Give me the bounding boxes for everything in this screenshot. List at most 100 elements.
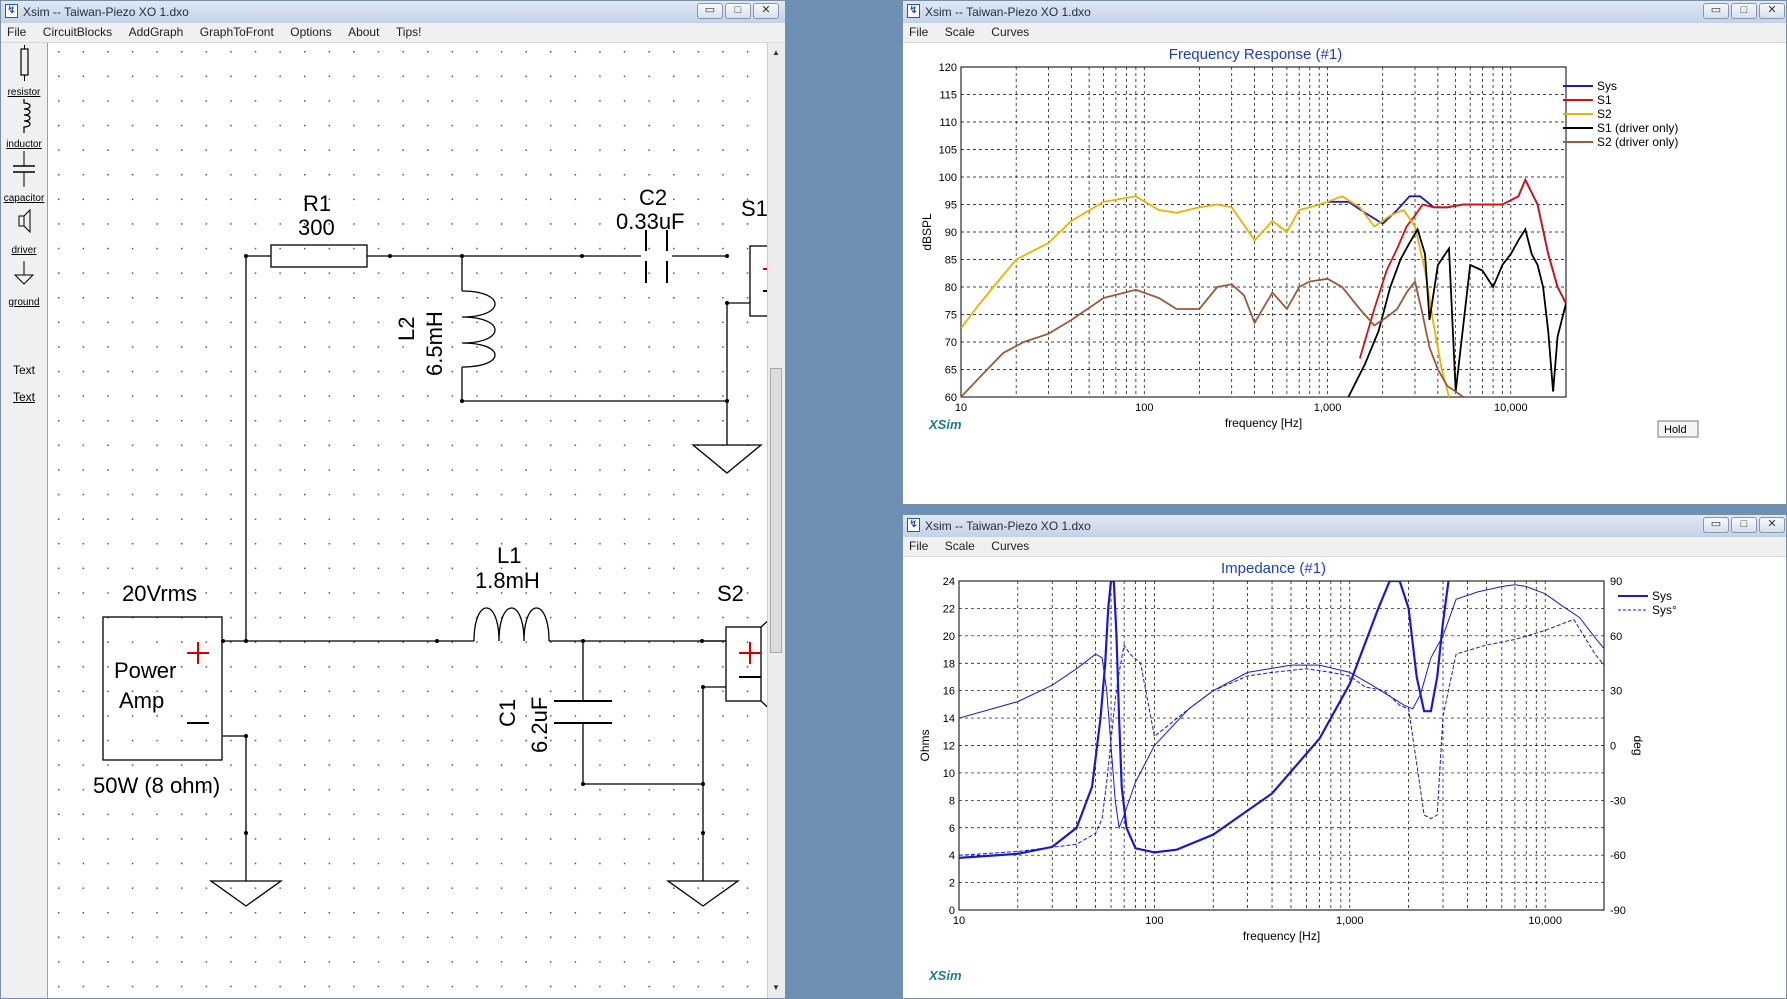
y-tick-label: 10 — [943, 768, 955, 780]
scroll-up-icon[interactable]: ▲ — [770, 47, 782, 59]
menu-scale[interactable]: Scale — [939, 23, 981, 40]
y-tick-label: 22 — [943, 603, 955, 615]
freq-plot-area: Frequency Response (#1) 60 65 70 75 80 85 90 95 1… — [903, 43, 1786, 504]
menu-curves[interactable]: Curves — [985, 23, 1035, 40]
y-tick-label: 95 — [945, 200, 957, 212]
capacitor-icon — [13, 151, 35, 187]
menu-file[interactable]: File — [903, 537, 934, 554]
menu-file[interactable]: File — [1, 23, 32, 40]
palette-text-link[interactable]: Text — [1, 389, 47, 404]
app-icon: ↯ — [907, 4, 920, 18]
amp-label-line1: Power — [114, 658, 176, 683]
y-tick-label: 70 — [945, 337, 957, 349]
palette-driver[interactable]: driver — [1, 205, 47, 256]
maximize-icon[interactable]: □ — [725, 3, 751, 19]
impedance-window: ↯ Xsim -- Taiwan-Piezo XO 1.dxo ▭ □ ✕ Fi… — [902, 514, 1787, 999]
menu-about[interactable]: About — [342, 23, 385, 40]
legend-label: Sys — [1597, 79, 1617, 93]
y2-axis-label: deg — [1631, 735, 1645, 755]
menu-options[interactable]: Options — [284, 23, 337, 40]
y2-tick-label: -60 — [1610, 850, 1626, 862]
y-tick-label: 8 — [949, 795, 955, 807]
palette-inductor[interactable]: inductor — [1, 99, 47, 150]
y-tick-label: 110 — [939, 117, 957, 129]
menu-graphtofront[interactable]: GraphToFront — [194, 23, 280, 40]
scroll-down-icon[interactable]: ▼ — [770, 982, 782, 994]
y-axis-label: Ohms — [918, 729, 932, 761]
schematic-titlebar[interactable]: ↯ Xsim -- Taiwan-Piezo XO 1.dxo ▭ □ ✕ — [1, 1, 785, 24]
schematic-canvas[interactable]: R1 300 C2 0.33uF S1 L2 6.5mH L1 1.8mH S2… — [48, 43, 770, 999]
x-tick-label: 1,000 — [1314, 402, 1342, 414]
x-axis-label: frequency [Hz] — [1225, 416, 1302, 430]
inductor-icon — [23, 99, 31, 133]
y-tick-label: 85 — [945, 255, 957, 267]
palette-driver-label: driver — [11, 245, 37, 256]
y2-tick-label: 30 — [1610, 686, 1622, 698]
menu-addgraph[interactable]: AddGraph — [123, 23, 190, 40]
palette-resistor[interactable]: resistor — [1, 45, 47, 98]
close-icon[interactable]: ✕ — [1759, 3, 1785, 19]
minimize-icon[interactable]: ▭ — [1703, 517, 1729, 533]
x-tick-label: 100 — [1135, 402, 1153, 414]
x-axis-label: frequency [Hz] — [1243, 929, 1320, 943]
freq-titlebar[interactable]: ↯ Xsim -- Taiwan-Piezo XO 1.dxo ▭ □ ✕ — [903, 1, 1786, 24]
y-tick-label: 6 — [949, 823, 955, 835]
impedance-chart[interactable]: Impedance (#1)02468101214161820222410 100… — [903, 557, 1787, 999]
y-tick-label: 4 — [949, 850, 955, 862]
x-tick-label: 10,000 — [1528, 915, 1562, 927]
scroll-thumb[interactable] — [770, 368, 782, 653]
schematic-title: Xsim -- Taiwan-Piezo XO 1.dxo — [23, 5, 189, 19]
y-tick-label: 14 — [943, 713, 955, 725]
freq-window: ↯ Xsim -- Taiwan-Piezo XO 1.dxo ▭ □ ✕ Fi… — [902, 0, 1787, 505]
legend-label: Sys° — [1652, 603, 1677, 617]
driver-icon — [18, 208, 31, 234]
y-axis-label: dBSPL — [920, 213, 934, 251]
menu-scale[interactable]: Scale — [939, 537, 981, 554]
x-tick-label: 10 — [955, 402, 967, 414]
xsim-watermark: XSim — [928, 968, 962, 983]
palette-ground-label: ground — [8, 297, 40, 308]
palette-capacitor-label: capacitor — [3, 193, 45, 204]
menu-tips[interactable]: Tips! — [390, 23, 428, 40]
text-icon: Text — [12, 363, 35, 377]
imp-titlebar[interactable]: ↯ Xsim -- Taiwan-Piezo XO 1.dxo ▭ □ ✕ — [903, 515, 1786, 538]
minimize-icon[interactable]: ▭ — [697, 3, 723, 19]
x-tick-label: 1,000 — [1336, 915, 1364, 927]
xsim-watermark: XSim — [928, 417, 962, 432]
maximize-icon[interactable]: □ — [1731, 517, 1757, 533]
palette-text[interactable]: Text — [1, 361, 47, 379]
x-tick-label: 10,000 — [1494, 402, 1528, 414]
y2-tick-label: -30 — [1610, 795, 1626, 807]
schematic-svg[interactable]: R1 300 C2 0.33uF S1 L2 6.5mH L1 1.8mH S2… — [48, 43, 770, 999]
amp-label-line2: Amp — [119, 688, 164, 713]
y-tick-label: 100 — [939, 172, 957, 184]
y2-tick-label: 60 — [1610, 631, 1622, 643]
schematic-scrollbar[interactable]: ▲ ▼ — [767, 43, 785, 998]
menu-curves[interactable]: Curves — [985, 537, 1035, 554]
y-tick-label: 24 — [943, 576, 955, 588]
app-icon: ↯ — [907, 518, 920, 532]
menu-file[interactable]: File — [903, 23, 934, 40]
close-icon[interactable]: ✕ — [753, 3, 779, 19]
legend-label: S1 (driver only) — [1597, 121, 1678, 135]
l2-name: L2 — [394, 317, 419, 341]
l2-value: 6.5mH — [422, 311, 447, 376]
palette-resistor-label: resistor — [7, 87, 41, 98]
amp-power: 50W (8 ohm) — [93, 773, 220, 798]
imp-title: Xsim -- Taiwan-Piezo XO 1.dxo — [925, 519, 1091, 533]
app-icon: ↯ — [5, 4, 18, 18]
y-tick-label: 80 — [945, 282, 957, 294]
freq-chart[interactable]: Frequency Response (#1)60657075808590951… — [903, 43, 1787, 505]
palette-text-label: Text — [12, 390, 35, 404]
close-icon[interactable]: ✕ — [1759, 517, 1785, 533]
palette-capacitor[interactable]: capacitor — [1, 151, 47, 204]
minimize-icon[interactable]: ▭ — [1703, 3, 1729, 19]
l1-name: L1 — [497, 543, 521, 568]
chart-title: Frequency Response (#1) — [1169, 46, 1342, 63]
maximize-icon[interactable]: □ — [1731, 3, 1757, 19]
y2-tick-label: 90 — [1610, 576, 1622, 588]
resistor-icon — [20, 45, 29, 81]
palette-ground[interactable]: ground — [1, 257, 47, 308]
r1-value: 300 — [298, 215, 335, 240]
menu-circuitblocks[interactable]: CircuitBlocks — [37, 23, 118, 40]
